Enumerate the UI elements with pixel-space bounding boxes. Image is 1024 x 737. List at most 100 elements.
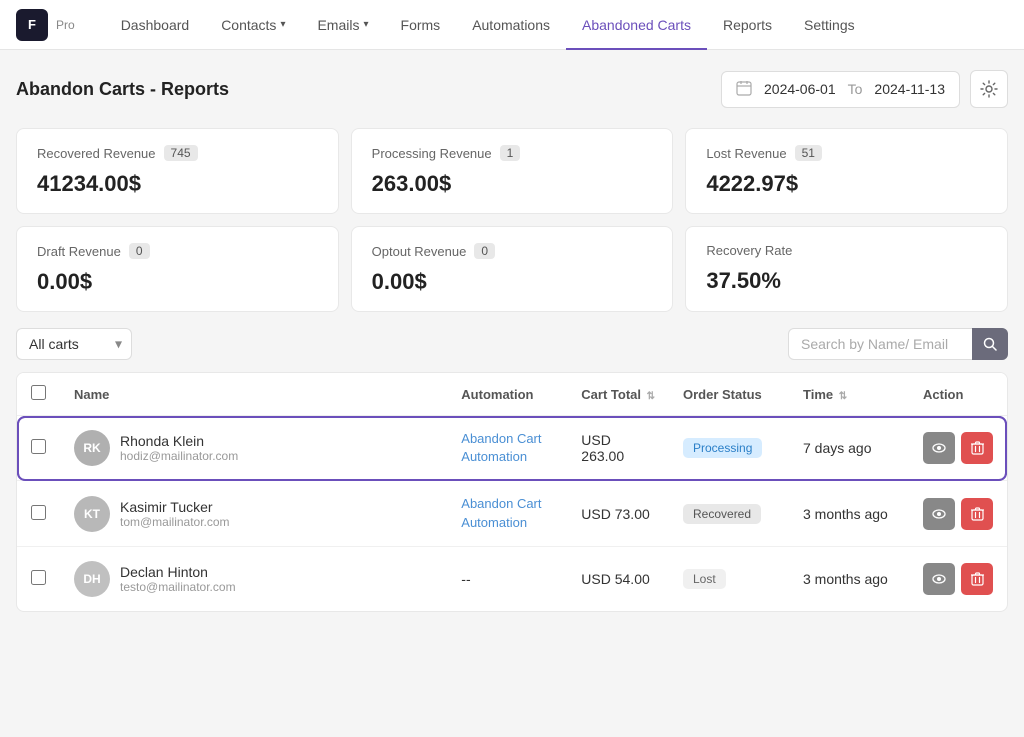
stat-value-recovered: 41234.00$ xyxy=(37,171,318,197)
col-automation: Automation xyxy=(447,373,567,416)
stat-label-lost: Lost Revenue 51 xyxy=(706,145,987,161)
table-row: RK Rhonda Klein hodiz@mailinator.com Aba… xyxy=(17,416,1007,481)
gear-icon xyxy=(980,80,998,98)
stat-value-lost: 4222.97$ xyxy=(706,171,987,197)
avatar-kt: KT xyxy=(74,496,110,532)
date-range-bar[interactable]: 2024-06-01 To 2024-11-13 xyxy=(721,71,960,108)
col-order-status: Order Status xyxy=(669,373,789,416)
stat-card-processing: Processing Revenue 1 263.00$ xyxy=(351,128,674,214)
row-time-3: 3 months ago xyxy=(789,546,909,611)
row-cart-total-1: USD 263.00 xyxy=(567,416,669,481)
row-email-1: hodiz@mailinator.com xyxy=(120,449,238,463)
date-separator: To xyxy=(848,81,863,97)
search-button[interactable] xyxy=(972,328,1008,360)
delete-button-1[interactable] xyxy=(961,432,993,464)
page-header: Abandon Carts - Reports 2024-06-01 To 20… xyxy=(16,70,1008,108)
top-nav: F Pro Dashboard Contacts ▾ Emails ▾ Form… xyxy=(0,0,1024,50)
view-button-1[interactable] xyxy=(923,432,955,464)
trash-icon xyxy=(971,572,984,586)
main-content: Abandon Carts - Reports 2024-06-01 To 20… xyxy=(0,50,1024,632)
row-actions-1 xyxy=(909,416,1007,481)
select-all-checkbox[interactable] xyxy=(31,385,46,400)
stat-badge-draft: 0 xyxy=(129,243,150,259)
nav-settings[interactable]: Settings xyxy=(788,0,871,50)
stats-grid-row2: Draft Revenue 0 0.00$ Optout Revenue 0 0… xyxy=(16,226,1008,312)
app-pro-label: Pro xyxy=(56,18,75,32)
col-cart-total[interactable]: Cart Total ⇅ xyxy=(567,373,669,416)
nav-automations[interactable]: Automations xyxy=(456,0,566,50)
row-status-1: Processing xyxy=(669,416,789,481)
row-name-3: Declan Hinton xyxy=(120,564,236,580)
row-automation-3: -- xyxy=(447,546,567,611)
row-automation-link-2[interactable]: Abandon Cart Automation xyxy=(461,496,541,529)
stat-value-recovery-rate: 37.50% xyxy=(706,268,987,294)
row-name-cell-3: DH Declan Hinton testo@mailinator.com xyxy=(60,546,447,611)
eye-icon xyxy=(932,441,946,455)
stat-label-recovery-rate: Recovery Rate xyxy=(706,243,987,258)
eye-icon xyxy=(932,572,946,586)
search-wrap xyxy=(788,328,1008,360)
row-checkbox-2[interactable] xyxy=(31,505,46,520)
row-checkbox-3[interactable] xyxy=(31,570,46,585)
row-actions-2 xyxy=(909,481,1007,546)
table-row: DH Declan Hinton testo@mailinator.com --… xyxy=(17,546,1007,611)
row-actions-3 xyxy=(909,546,1007,611)
calendar-icon xyxy=(736,80,752,99)
stat-label-optout: Optout Revenue 0 xyxy=(372,243,653,259)
row-checkbox-cell xyxy=(17,546,60,611)
row-status-2: Recovered xyxy=(669,481,789,546)
avatar-dh: DH xyxy=(74,561,110,597)
cart-filter-select[interactable]: All carts Recovered Processing Lost Draf… xyxy=(16,328,132,360)
col-name: Name xyxy=(60,373,447,416)
row-automation-link-1[interactable]: Abandon Cart Automation xyxy=(461,431,541,464)
row-automation-2: Abandon Cart Automation xyxy=(447,481,567,546)
col-time[interactable]: Time ⇅ xyxy=(789,373,909,416)
stat-value-draft: 0.00$ xyxy=(37,269,318,295)
stat-card-recovery-rate: Recovery Rate 37.50% xyxy=(685,226,1008,312)
row-automation-1: Abandon Cart Automation xyxy=(447,416,567,481)
stat-label-processing: Processing Revenue 1 xyxy=(372,145,653,161)
view-button-2[interactable] xyxy=(923,498,955,530)
stat-badge-recovered: 745 xyxy=(164,145,198,161)
row-email-2: tom@mailinator.com xyxy=(120,515,230,529)
nav-forms[interactable]: Forms xyxy=(385,0,457,50)
stats-grid-row1: Recovered Revenue 745 41234.00$ Processi… xyxy=(16,128,1008,214)
view-button-3[interactable] xyxy=(923,563,955,595)
trash-icon xyxy=(971,507,984,521)
date-to: 2024-11-13 xyxy=(874,81,945,97)
row-email-3: testo@mailinator.com xyxy=(120,580,236,594)
col-checkbox xyxy=(17,373,60,416)
nav-abandoned-carts[interactable]: Abandoned Carts xyxy=(566,0,707,50)
nav-links: Dashboard Contacts ▾ Emails ▾ Forms Auto… xyxy=(105,0,1008,50)
stat-badge-optout: 0 xyxy=(474,243,495,259)
carts-table: Name Automation Cart Total ⇅ Order Statu… xyxy=(17,373,1007,611)
nav-emails[interactable]: Emails ▾ xyxy=(301,0,384,50)
search-icon xyxy=(983,337,997,351)
table-header-row: Name Automation Cart Total ⇅ Order Statu… xyxy=(17,373,1007,416)
stat-value-processing: 263.00$ xyxy=(372,171,653,197)
filter-wrap: All carts Recovered Processing Lost Draf… xyxy=(16,328,132,360)
trash-icon xyxy=(971,441,984,455)
filter-row: All carts Recovered Processing Lost Draf… xyxy=(16,328,1008,360)
avatar-rk: RK xyxy=(74,430,110,466)
row-cart-total-2: USD 73.00 xyxy=(567,481,669,546)
row-checkbox-1[interactable] xyxy=(31,439,46,454)
row-checkbox-cell xyxy=(17,416,60,481)
status-badge-recovered: Recovered xyxy=(683,504,761,524)
row-name-2: Kasimir Tucker xyxy=(120,499,230,515)
table-row: KT Kasimir Tucker tom@mailinator.com Aba… xyxy=(17,481,1007,546)
app-logo: F xyxy=(16,9,48,41)
stat-card-recovered: Recovered Revenue 745 41234.00$ xyxy=(16,128,339,214)
row-checkbox-cell xyxy=(17,481,60,546)
delete-button-2[interactable] xyxy=(961,498,993,530)
status-badge-lost: Lost xyxy=(683,569,726,589)
nav-reports[interactable]: Reports xyxy=(707,0,788,50)
nav-dashboard[interactable]: Dashboard xyxy=(105,0,206,50)
eye-icon xyxy=(932,507,946,521)
row-name-cell-1: RK Rhonda Klein hodiz@mailinator.com xyxy=(60,416,447,481)
settings-button[interactable] xyxy=(970,70,1008,108)
row-status-3: Lost xyxy=(669,546,789,611)
row-name-cell-2: KT Kasimir Tucker tom@mailinator.com xyxy=(60,481,447,546)
nav-contacts[interactable]: Contacts ▾ xyxy=(205,0,301,50)
delete-button-3[interactable] xyxy=(961,563,993,595)
